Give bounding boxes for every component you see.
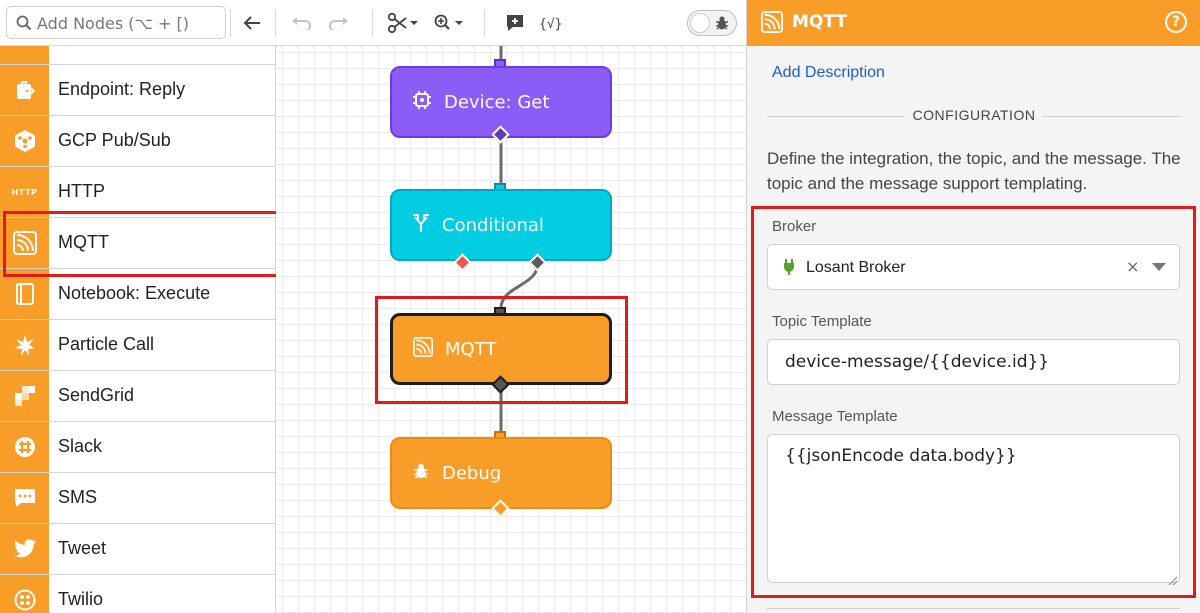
palette-item-label: Particle Call [58,334,155,354]
particle-icon [0,320,49,370]
collapse-palette-button[interactable] [240,10,264,36]
debug-mode-toggle[interactable] [687,10,737,36]
add-nodes-search[interactable] [6,6,226,39]
search-icon [16,15,32,35]
panel-header: MQTT ? [747,0,1200,46]
topic-template-input[interactable] [767,339,1180,385]
redo-icon [329,17,348,30]
palette-item-sms[interactable]: SMS [0,473,275,524]
broker-label: Broker [772,218,817,235]
palette-item-label: SendGrid [58,385,135,405]
configuration-description: Define the integration, the topic, and t… [767,149,1181,193]
section-divider [1043,116,1180,117]
palette-item-label: SMS [58,487,98,507]
canvas-mqtt-highlight [375,296,628,404]
configuration-heading: CONFIGURATION [912,107,1036,123]
endpoint-reply-icon [0,65,49,115]
toggle-knob [690,13,710,33]
zoom-icon [434,14,463,30]
toolbar-divider [484,9,485,37]
palette-item-particle-call[interactable]: Particle Call [0,320,275,371]
toolbar-divider [372,9,373,37]
palette-item-endpoint-reply[interactable]: Endpoint: Reply [0,65,275,116]
sms-icon [0,473,49,523]
message-template-label: Message Template [772,408,898,425]
search-input[interactable] [37,12,221,34]
cut-tools-button[interactable] [386,10,422,36]
chevron-down-icon[interactable] [1152,263,1166,271]
palette-item-tweet[interactable]: Tweet [0,524,275,575]
palette-item-twilio[interactable]: Twilio [0,575,275,613]
clear-icon[interactable]: × [1126,257,1139,276]
http-icon: HTTP [0,167,49,217]
comment-add-icon [507,15,523,31]
node-config-panel: MQTT ? Add Description CONFIGURATION Def… [746,0,1200,613]
redo-button[interactable] [325,10,351,36]
section-divider [767,608,1180,609]
undo-icon [292,17,311,30]
node-palette: Endpoint: Reply GCP Pub/Sub HTTP HTTP MQ… [0,46,276,613]
toolbar: {√} [0,0,746,46]
bug-icon [412,462,430,484]
palette-mqtt-highlight [3,211,285,277]
node-label: Conditional [442,214,544,236]
svg-text:{√}: {√} [539,17,562,32]
message-template-textarea[interactable]: {{jsonEncode data.body}} [767,434,1180,583]
palette-item-label: Twilio [58,589,104,609]
node-debug[interactable]: Debug [390,437,612,509]
twitter-icon [0,524,49,574]
palette-item-label: Notebook: Execute [58,283,211,303]
node-label: Debug [442,462,502,484]
palette-item-label: Endpoint: Reply [58,79,186,99]
branch-icon [412,213,430,237]
variables-button[interactable]: {√} [538,10,564,36]
panel-title: MQTT [792,12,847,32]
sendgrid-icon [0,371,49,421]
palette-item-sendgrid[interactable]: SendGrid [0,371,275,422]
broker-selected-value: Losant Broker [806,259,906,276]
scissors-icon [387,13,418,33]
toolbar-divider [230,9,231,37]
template-variables-icon: {√} [539,17,562,32]
add-comment-button[interactable] [503,10,527,36]
workflow-canvas[interactable]: Device: Get Conditional MQTT Debug [276,46,746,613]
palette-item-label: GCP Pub/Sub [58,130,171,150]
arrow-left-icon [243,16,260,30]
zoom-button[interactable] [432,10,468,36]
topic-template-label: Topic Template [772,313,872,330]
toolbar-divider [275,9,276,37]
mqtt-icon [761,11,783,33]
palette-item-partial[interactable] [0,46,275,65]
plug-icon [783,259,795,279]
palette-item-label: Slack [58,436,103,456]
broker-select[interactable]: Losant Broker × [767,244,1180,290]
bug-icon [714,15,730,35]
gcp-pubsub-icon [0,116,49,166]
node-conditional[interactable]: Conditional [390,189,612,261]
resize-handle-icon[interactable] [1168,571,1178,590]
add-description-link[interactable]: Add Description [772,64,885,82]
node-label: Device: Get [444,91,550,113]
chip-icon [412,90,432,114]
palette-item-label: HTTP [58,181,105,201]
palette-item-label: Tweet [58,538,107,558]
help-icon[interactable]: ? [1165,11,1187,33]
slack-icon [0,422,49,472]
undo-button[interactable] [289,10,315,36]
palette-item-gcp-pubsub[interactable]: GCP Pub/Sub [0,116,275,167]
twilio-icon [0,575,49,613]
palette-item-slack[interactable]: Slack [0,422,275,473]
